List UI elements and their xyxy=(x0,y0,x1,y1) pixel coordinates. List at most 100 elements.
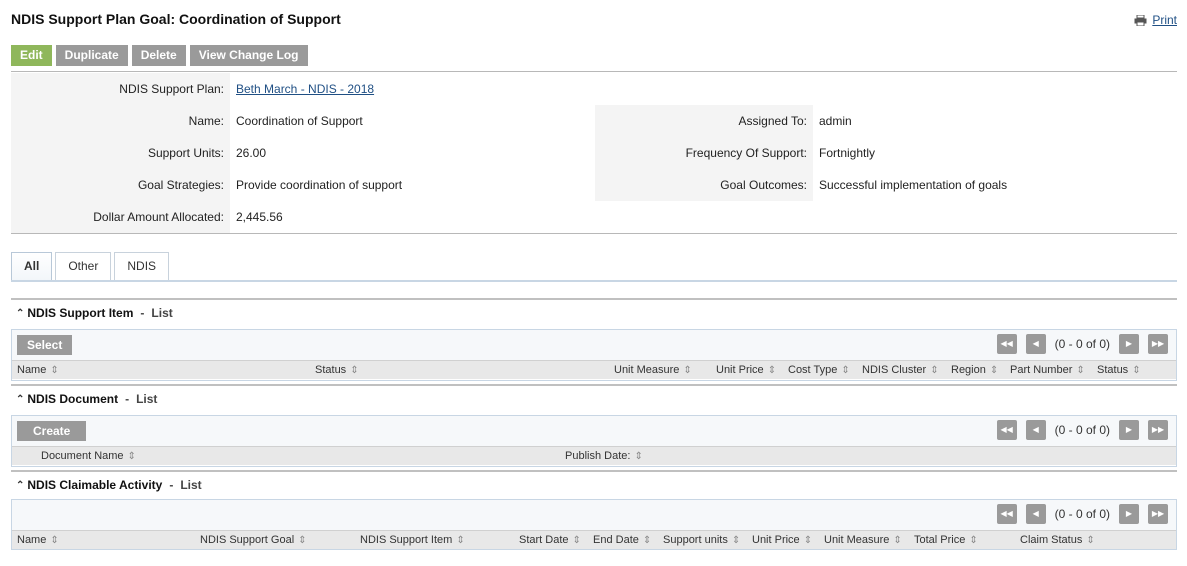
view-change-log-button[interactable]: View Change Log xyxy=(189,45,308,66)
page-count: (0 - 0 of 0) xyxy=(1054,507,1110,521)
column-header[interactable]: NDIS Cluster ⇕ xyxy=(862,364,939,376)
last-page-icon[interactable]: ▶▶ xyxy=(1148,504,1168,524)
pagination: ◀◀ ◀ (0 - 0 of 0) ▶ ▶▶ xyxy=(996,504,1168,524)
section-separator: - xyxy=(125,392,130,406)
prev-page-icon[interactable]: ◀ xyxy=(1025,420,1046,440)
sort-icon: ⇕ xyxy=(572,535,581,546)
page-count: (0 - 0 of 0) xyxy=(1054,423,1110,437)
support-units-value: 26.00 xyxy=(236,146,267,160)
detail-panel: NDIS Support Plan: Beth March - NDIS - 2… xyxy=(11,73,1177,233)
sort-icon: ⇕ xyxy=(127,451,136,462)
first-page-icon[interactable]: ◀◀ xyxy=(996,420,1017,440)
support-plan-label: NDIS Support Plan: xyxy=(119,82,224,96)
claimable-activity-header[interactable]: ⌃ NDIS Claimable Activity - List xyxy=(16,478,202,492)
section-divider xyxy=(11,384,1177,386)
edit-button[interactable]: Edit xyxy=(11,45,52,66)
tab-ndis[interactable]: NDIS xyxy=(114,252,170,281)
prev-page-icon[interactable]: ◀ xyxy=(1025,334,1046,354)
collapse-icon[interactable]: ⌃ xyxy=(16,308,24,319)
tabs-underline xyxy=(11,280,1177,282)
column-header[interactable]: Part Number ⇕ xyxy=(1010,364,1085,376)
support-plan-link[interactable]: Beth March - NDIS - 2018 xyxy=(236,82,374,96)
pagination: ◀◀ ◀ (0 - 0 of 0) ▶ ▶▶ xyxy=(996,420,1168,440)
section-title: NDIS Document xyxy=(27,392,119,406)
column-header[interactable]: Start Date ⇕ xyxy=(519,534,581,546)
column-header[interactable]: Claim Status ⇕ xyxy=(1020,534,1095,546)
column-header[interactable]: Unit Price ⇕ xyxy=(716,364,776,376)
dollar-amount-value: 2,445.56 xyxy=(236,210,283,224)
section-list-label: List xyxy=(136,392,158,406)
column-header[interactable]: Unit Price ⇕ xyxy=(752,534,812,546)
column-header[interactable]: Cost Type ⇕ xyxy=(788,364,850,376)
sort-icon: ⇕ xyxy=(350,365,359,376)
column-header[interactable]: Region ⇕ xyxy=(951,364,998,376)
divider xyxy=(11,233,1177,234)
next-page-icon[interactable]: ▶ xyxy=(1119,334,1139,354)
sort-icon: ⇕ xyxy=(767,365,777,376)
collapse-icon[interactable]: ⌃ xyxy=(16,394,24,405)
print-link[interactable]: Print xyxy=(1134,13,1177,27)
sort-icon: ⇕ xyxy=(634,451,643,462)
tab-all[interactable]: All xyxy=(11,252,53,281)
sort-icon: ⇕ xyxy=(893,535,902,546)
column-header[interactable]: Name ⇕ xyxy=(17,364,59,376)
first-page-icon[interactable]: ◀◀ xyxy=(996,334,1017,354)
collapse-icon[interactable]: ⌃ xyxy=(16,480,24,491)
document-header[interactable]: ⌃ NDIS Document - List xyxy=(16,392,157,406)
goal-strategies-label: Goal Strategies: xyxy=(137,178,224,192)
sort-icon: ⇕ xyxy=(50,535,59,546)
goal-outcomes-value: Successful implementation of goals xyxy=(819,178,1008,192)
name-label: Name: xyxy=(188,114,224,128)
page-title: NDIS Support Plan Goal: Coordination of … xyxy=(11,11,341,27)
printer-icon xyxy=(1134,14,1147,26)
dollar-amount-label: Dollar Amount Allocated: xyxy=(93,210,224,224)
sort-icon: ⇕ xyxy=(1132,365,1141,376)
sort-icon: ⇕ xyxy=(298,535,307,546)
assigned-to-value: admin xyxy=(819,114,852,128)
column-header[interactable]: Status ⇕ xyxy=(315,364,359,376)
section-list-label: List xyxy=(151,306,173,320)
next-page-icon[interactable]: ▶ xyxy=(1119,420,1139,440)
prev-page-icon[interactable]: ◀ xyxy=(1025,504,1046,524)
support-item-panel: Select ◀◀ ◀ (0 - 0 of 0) ▶ ▶▶ Name ⇕ Stat… xyxy=(11,329,1177,381)
column-header[interactable]: Publish Date: ⇕ xyxy=(565,450,643,462)
first-page-icon[interactable]: ◀◀ xyxy=(996,504,1017,524)
duplicate-button[interactable]: Duplicate xyxy=(55,45,128,66)
print-label: Print xyxy=(1152,13,1177,27)
section-divider xyxy=(11,470,1177,472)
next-page-icon[interactable]: ▶ xyxy=(1119,504,1139,524)
column-headers: Document Name ⇕ Publish Date: ⇕ xyxy=(12,446,1176,465)
assigned-to-label: Assigned To: xyxy=(738,114,808,128)
column-header[interactable]: Name ⇕ xyxy=(17,534,59,546)
last-page-icon[interactable]: ▶▶ xyxy=(1148,334,1168,354)
section-divider xyxy=(11,298,1177,300)
last-page-icon[interactable]: ▶▶ xyxy=(1148,420,1168,440)
column-header[interactable]: Status ⇕ xyxy=(1097,364,1141,376)
select-button[interactable]: Select xyxy=(17,335,73,355)
sort-icon: ⇕ xyxy=(642,535,652,546)
section-separator: - xyxy=(169,478,174,492)
column-header[interactable]: Support units ⇕ xyxy=(663,534,740,546)
sort-icon: ⇕ xyxy=(841,365,850,376)
support-units-label: Support Units: xyxy=(147,146,224,160)
delete-button[interactable]: Delete xyxy=(131,45,186,66)
column-headers: Name ⇕ Status ⇕ Unit Measure ⇕ Unit Price ⇕ … xyxy=(12,360,1176,379)
column-header[interactable]: NDIS Support Goal ⇕ xyxy=(200,534,307,546)
support-item-header[interactable]: ⌃ NDIS Support Item - List xyxy=(16,306,173,320)
tab-other[interactable]: Other xyxy=(55,252,112,281)
column-header[interactable]: End Date ⇕ xyxy=(593,534,651,546)
column-header[interactable]: Total Price ⇕ xyxy=(914,534,978,546)
column-header[interactable]: Unit Measure ⇕ xyxy=(614,364,692,376)
sort-icon: ⇕ xyxy=(683,365,692,376)
sort-icon: ⇕ xyxy=(1086,535,1095,546)
sort-icon: ⇕ xyxy=(969,535,978,546)
column-header[interactable]: Document Name ⇕ xyxy=(41,450,136,462)
section-title: NDIS Support Item xyxy=(27,306,134,320)
section-title: NDIS Claimable Activity xyxy=(27,478,163,492)
create-button[interactable]: Create xyxy=(17,421,87,441)
sort-icon: ⇕ xyxy=(456,535,465,546)
column-header[interactable]: NDIS Support Item ⇕ xyxy=(360,534,465,546)
section-list-label: List xyxy=(180,478,202,492)
column-headers: Name ⇕ NDIS Support Goal ⇕ NDIS Support It… xyxy=(12,530,1176,549)
column-header[interactable]: Unit Measure ⇕ xyxy=(824,534,902,546)
